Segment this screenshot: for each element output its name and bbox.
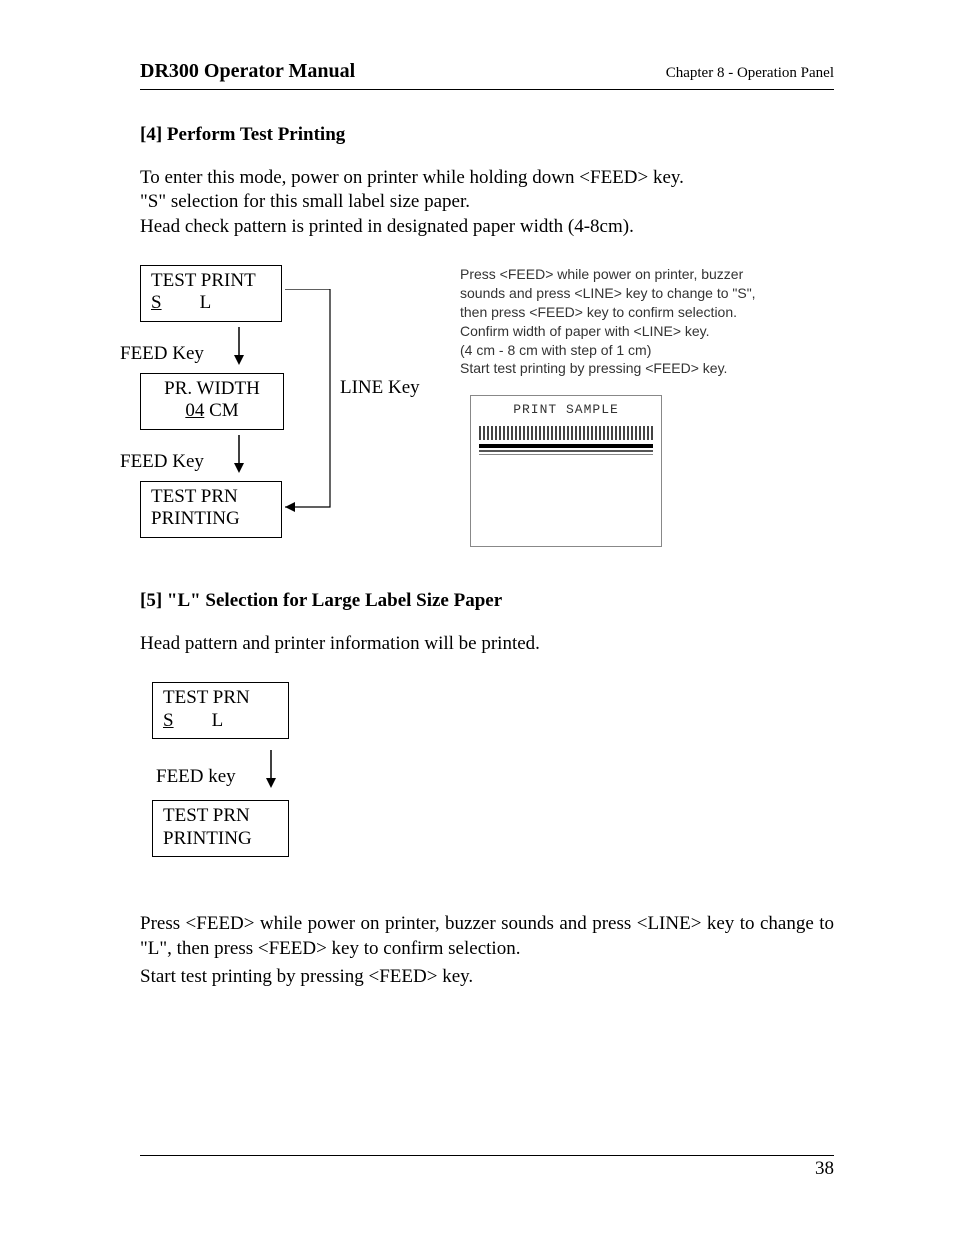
section5-para2: Press <FEED> while power on printer, buz… xyxy=(140,912,834,961)
feed-key-label-1: FEED Key xyxy=(120,343,204,365)
notes4: Start test printing by pressing <FEED> k… xyxy=(460,360,727,376)
footer-rule xyxy=(140,1155,834,1156)
line-key-label: LINE Key xyxy=(340,377,420,399)
lcd1-line1: TEST PRINT xyxy=(151,270,256,291)
print-sample-title: PRINT SAMPLE xyxy=(471,402,661,417)
lcd-test-prn-printing: TEST PRN PRINTING xyxy=(140,481,282,538)
lcd5-1-line1: TEST PRN xyxy=(163,687,250,708)
lcd5-2-line1: TEST PRN xyxy=(163,805,250,826)
lcd5-1-l: L xyxy=(212,710,224,731)
lcd2-line1: PR. WIDTH xyxy=(164,378,260,399)
section5-heading: [5] "L" Selection for Large Label Size P… xyxy=(140,590,834,612)
header-rule xyxy=(140,89,834,90)
lcd-test-prn-printing-2: TEST PRN PRINTING xyxy=(152,800,289,857)
page: DR300 Operator Manual Chapter 8 - Operat… xyxy=(0,0,954,1235)
lcd-test-print: TEST PRINT S L xyxy=(140,265,282,322)
lcd2-unit: CM xyxy=(204,400,238,421)
chapter-label: Chapter 8 - Operation Panel xyxy=(666,65,834,82)
page-footer: 38 xyxy=(140,1155,834,1180)
manual-title: DR300 Operator Manual xyxy=(140,60,355,83)
lcd2-val: 04 xyxy=(185,400,204,421)
section5-diagram: TEST PRN S L FEED key TEST PRN PRINTING xyxy=(152,682,834,882)
lcd1-s: S xyxy=(151,292,162,313)
feed-key-label-3: FEED key xyxy=(156,766,236,788)
section4-line1: To enter this mode, power on printer whi… xyxy=(140,167,684,188)
section4-line2: "S" selection for this small label size … xyxy=(140,191,470,212)
section4-line3: Head check pattern is printed in designa… xyxy=(140,216,634,237)
lcd5-1-s: S xyxy=(163,710,174,731)
lcd-test-prn-sl: TEST PRN S L xyxy=(152,682,289,739)
notes1: Press <FEED> while power on printer, buz… xyxy=(460,266,756,320)
page-number: 38 xyxy=(140,1158,834,1180)
lcd3-line1: TEST PRN xyxy=(151,486,238,507)
notes3: (4 cm - 8 cm with step of 1 cm) xyxy=(460,342,651,358)
section4-heading: [4] Perform Test Printing xyxy=(140,124,834,146)
lcd1-l: L xyxy=(200,292,212,313)
feed-key-label-2: FEED Key xyxy=(120,451,204,473)
lcd-pr-width: PR. WIDTH 04 CM xyxy=(140,373,284,430)
arrow-down-icon xyxy=(230,435,248,475)
section4-notes: Press <FEED> while power on printer, buz… xyxy=(460,265,770,378)
lcd5-2-line2: PRINTING xyxy=(163,828,252,849)
page-header: DR300 Operator Manual Chapter 8 - Operat… xyxy=(140,60,834,83)
arrow-down-icon xyxy=(230,327,248,367)
bracket-line-icon xyxy=(285,289,345,514)
print-sample-box: PRINT SAMPLE xyxy=(470,395,662,547)
section4-diagram: TEST PRINT S L FEED Key PR. WIDTH 04 CM … xyxy=(140,265,834,565)
notes2: Confirm width of paper with <LINE> key. xyxy=(460,323,710,339)
section5-para3: Start test printing by pressing <FEED> k… xyxy=(140,965,834,989)
section4-text: To enter this mode, power on printer whi… xyxy=(140,166,834,239)
arrow-down-icon xyxy=(262,750,280,790)
section5-para1: Head pattern and printer information wil… xyxy=(140,632,834,656)
lcd3-line2: PRINTING xyxy=(151,508,240,529)
print-sample-pattern xyxy=(479,426,653,460)
